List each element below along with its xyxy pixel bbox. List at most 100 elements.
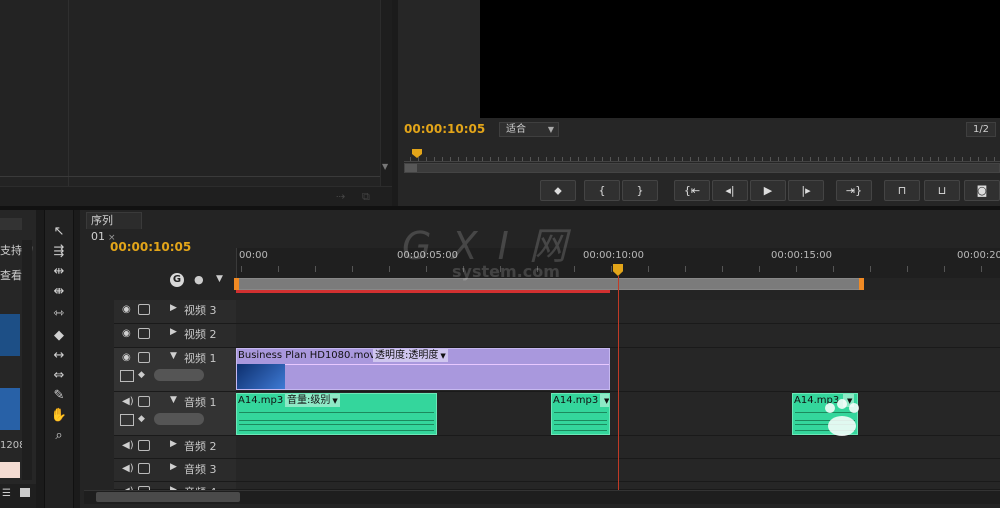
snap-icon[interactable]: G: [170, 273, 184, 287]
set-marker-icon[interactable]: ●: [194, 273, 206, 287]
thumbnail[interactable]: [0, 462, 20, 478]
effect-dropdown[interactable]: ▼: [600, 394, 610, 407]
work-area-start-handle[interactable]: [234, 278, 239, 290]
panel-menu-icon[interactable]: [0, 218, 22, 230]
keyframe-navigator[interactable]: [154, 413, 204, 425]
ruler-tick: [506, 157, 507, 161]
ruler-tick: [858, 157, 859, 161]
source-scrollbar[interactable]: [22, 240, 32, 480]
track-header-v2[interactable]: ◉ ▶ 视频 2: [114, 324, 236, 348]
audio-clip[interactable]: A14.mp3 ▼: [551, 393, 610, 435]
video-clip[interactable]: Business Plan HD1080.mov 透明度:透明度 ▼: [236, 348, 610, 390]
waveform: [554, 424, 607, 425]
audio-clip[interactable]: A14.mp3 音量:级别 ▼: [236, 393, 437, 435]
slide-tool[interactable]: ⇔: [49, 368, 69, 384]
speaker-icon[interactable]: ◀): [122, 463, 134, 474]
track-header-v1[interactable]: ◉ ▼ 视频 1 ◆: [114, 348, 236, 392]
sync-lock-icon[interactable]: [138, 328, 150, 339]
ruler-tick: [944, 266, 945, 272]
speaker-icon[interactable]: ◀): [122, 396, 134, 407]
list-view-icon[interactable]: ☰: [2, 488, 11, 499]
slip-tool[interactable]: ↔: [49, 348, 69, 364]
work-area-end-handle[interactable]: [859, 278, 864, 290]
zoom-tool[interactable]: ⌕: [49, 428, 69, 444]
automate-sequence-icon[interactable]: ⇢: [336, 190, 345, 203]
track-header-a2[interactable]: ◀) ▶ 音频 2: [114, 436, 236, 459]
step-back-button[interactable]: ◂|: [712, 180, 748, 201]
tab-sequence-01[interactable]: 序列 01 ×: [86, 212, 142, 243]
ruler-tick: [315, 266, 316, 272]
mark-in-button[interactable]: {: [584, 180, 620, 201]
track-header-v3[interactable]: ◉ ▶ 视频 3: [114, 300, 236, 324]
sync-lock-icon[interactable]: [138, 440, 150, 451]
sync-lock-icon[interactable]: [138, 463, 150, 474]
sync-lock-icon[interactable]: [138, 396, 150, 407]
ruler-tick: [241, 266, 242, 272]
track-header-a1[interactable]: ◀) ▼ 音频 1 ◆: [114, 392, 236, 436]
go-to-out-icon: ⇥}: [845, 184, 863, 197]
rolling-edit-tool[interactable]: ⇼: [49, 284, 69, 300]
clip-name: Business Plan HD1080.mov: [238, 350, 376, 361]
keyframe-icon[interactable]: ◆: [138, 414, 145, 424]
rate-stretch-tool[interactable]: ⇿: [49, 306, 69, 322]
eye-icon[interactable]: ◉: [122, 352, 131, 363]
keyframe-icon[interactable]: ◆: [138, 370, 145, 380]
fit-dropdown[interactable]: 适合 ▼: [499, 122, 559, 137]
display-style-icon[interactable]: [120, 414, 134, 426]
track-header-a3[interactable]: ◀) ▶ 音频 3: [114, 459, 236, 482]
mark-out-button[interactable]: }: [622, 180, 658, 201]
add-marker-button[interactable]: ⬥: [540, 180, 576, 201]
scroll-down-icon[interactable]: ▼: [382, 162, 388, 171]
selection-tool[interactable]: ↖: [49, 224, 69, 240]
lift-button[interactable]: ⊓: [884, 180, 920, 201]
collapse-icon[interactable]: ▼: [170, 351, 177, 361]
export-frame-button[interactable]: ◙: [964, 180, 1000, 201]
timeline-scroll-thumb[interactable]: [96, 492, 240, 502]
thumbnail[interactable]: [0, 388, 20, 430]
ruler-tick: [850, 157, 851, 161]
ruler-tick: [954, 157, 955, 161]
sync-lock-icon[interactable]: [138, 352, 150, 363]
hand-tool[interactable]: ✋: [49, 408, 69, 424]
expand-icon[interactable]: ▶: [170, 303, 177, 313]
chevron-down-icon[interactable]: ▼: [216, 274, 223, 284]
track-header-a4[interactable]: ◀)▶音频 4: [114, 482, 236, 499]
monitor-time-ruler[interactable]: [404, 148, 1000, 162]
eye-icon[interactable]: ◉: [122, 328, 131, 339]
step-forward-button[interactable]: |▸: [788, 180, 824, 201]
ruler-tick: [434, 157, 435, 161]
effect-dropdown[interactable]: 透明度:透明度 ▼: [373, 349, 448, 362]
ruler-tick: [714, 157, 715, 161]
icon-view-icon[interactable]: [20, 488, 30, 497]
display-style-icon[interactable]: [120, 370, 134, 382]
monitor-zoom-bar[interactable]: [404, 163, 1000, 173]
timeline-timecode[interactable]: 00:00:10:05: [110, 240, 191, 254]
go-to-out-button[interactable]: ⇥}: [836, 180, 872, 201]
thumbnail[interactable]: [0, 314, 20, 356]
ruler-tick: [666, 157, 667, 161]
speaker-icon[interactable]: ◀): [122, 440, 134, 451]
expand-icon[interactable]: ▶: [170, 327, 177, 337]
ripple-edit-tool[interactable]: ⇹: [49, 264, 69, 280]
sync-lock-icon[interactable]: [138, 304, 150, 315]
keyframe-navigator[interactable]: [154, 369, 204, 381]
effect-dropdown[interactable]: 音量:级别 ▼: [285, 394, 340, 407]
track-select-tool[interactable]: ⇶: [49, 244, 69, 260]
chevron-down-icon: ▼: [604, 397, 610, 405]
play-button[interactable]: ▶: [750, 180, 786, 201]
project-vertical-scrollbar[interactable]: ▼: [380, 0, 392, 186]
program-timecode[interactable]: 00:00:10:05: [404, 122, 485, 136]
ruler-tick: [938, 157, 939, 161]
collapse-icon[interactable]: ▼: [170, 395, 177, 405]
eye-icon[interactable]: ◉: [122, 304, 131, 315]
go-to-in-button[interactable]: {⇤: [674, 180, 710, 201]
expand-icon[interactable]: ▶: [170, 462, 177, 472]
expand-icon[interactable]: ▶: [170, 439, 177, 449]
new-item-icon[interactable]: ⧉: [362, 190, 370, 204]
razor-tool[interactable]: ◆: [49, 328, 69, 344]
extract-button[interactable]: ⊔: [924, 180, 960, 201]
project-horizontal-scroll[interactable]: [0, 176, 380, 177]
ruler-tick: [981, 266, 982, 272]
pen-tool[interactable]: ✎: [49, 388, 69, 404]
resolution-dropdown[interactable]: 1/2: [966, 122, 996, 137]
